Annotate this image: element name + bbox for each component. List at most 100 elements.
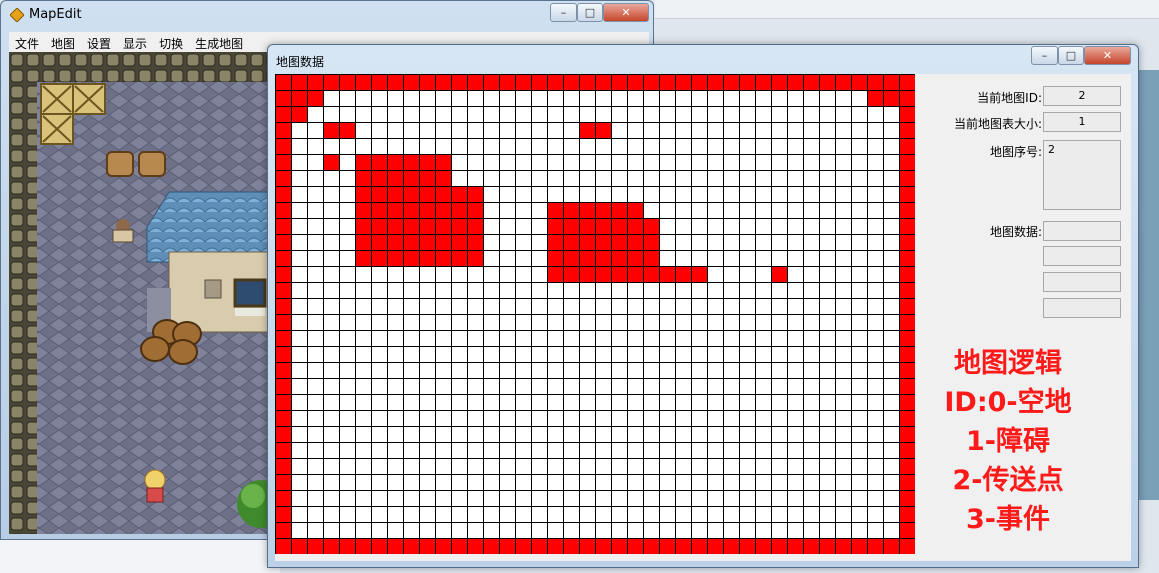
empty-cell[interactable] [419, 106, 436, 123]
empty-cell[interactable] [835, 202, 852, 219]
empty-cell[interactable] [563, 346, 580, 363]
obstacle-cell[interactable] [387, 186, 404, 203]
empty-cell[interactable] [595, 506, 612, 523]
empty-cell[interactable] [563, 426, 580, 443]
obstacle-cell[interactable] [467, 250, 484, 267]
empty-cell[interactable] [371, 442, 388, 459]
obstacle-cell[interactable] [851, 538, 868, 555]
empty-cell[interactable] [547, 138, 564, 155]
obstacle-cell[interactable] [275, 138, 292, 155]
empty-cell[interactable] [355, 138, 372, 155]
empty-cell[interactable] [323, 490, 340, 507]
obstacle-cell[interactable] [883, 538, 900, 555]
empty-cell[interactable] [291, 266, 308, 283]
obstacle-cell[interactable] [563, 250, 580, 267]
empty-cell[interactable] [643, 458, 660, 475]
empty-cell[interactable] [451, 266, 468, 283]
empty-cell[interactable] [659, 218, 676, 235]
empty-cell[interactable] [611, 474, 628, 491]
empty-cell[interactable] [435, 362, 452, 379]
obstacle-cell[interactable] [275, 282, 292, 299]
obstacle-cell[interactable] [371, 170, 388, 187]
empty-cell[interactable] [483, 106, 500, 123]
empty-cell[interactable] [739, 170, 756, 187]
empty-cell[interactable] [755, 378, 772, 395]
empty-cell[interactable] [531, 330, 548, 347]
empty-cell[interactable] [611, 362, 628, 379]
empty-cell[interactable] [451, 506, 468, 523]
empty-cell[interactable] [883, 250, 900, 267]
empty-cell[interactable] [803, 138, 820, 155]
empty-cell[interactable] [803, 458, 820, 475]
obstacle-cell[interactable] [899, 298, 916, 315]
obstacle-cell[interactable] [899, 314, 916, 331]
obstacle-cell[interactable] [787, 538, 804, 555]
empty-cell[interactable] [355, 394, 372, 411]
empty-cell[interactable] [755, 282, 772, 299]
empty-cell[interactable] [387, 458, 404, 475]
empty-cell[interactable] [371, 330, 388, 347]
empty-cell[interactable] [419, 266, 436, 283]
empty-cell[interactable] [579, 522, 596, 539]
empty-cell[interactable] [547, 330, 564, 347]
empty-cell[interactable] [819, 234, 836, 251]
empty-cell[interactable] [867, 362, 884, 379]
empty-cell[interactable] [419, 90, 436, 107]
empty-cell[interactable] [835, 266, 852, 283]
minimize-button[interactable]: – [1031, 46, 1058, 65]
menu-display[interactable]: 显示 [117, 32, 153, 52]
empty-cell[interactable] [611, 394, 628, 411]
empty-cell[interactable] [387, 106, 404, 123]
empty-cell[interactable] [675, 170, 692, 187]
empty-cell[interactable] [787, 266, 804, 283]
empty-cell[interactable] [595, 154, 612, 171]
obstacle-cell[interactable] [355, 186, 372, 203]
empty-cell[interactable] [403, 490, 420, 507]
empty-cell[interactable] [531, 138, 548, 155]
obstacle-cell[interactable] [611, 74, 628, 91]
empty-cell[interactable] [579, 442, 596, 459]
empty-cell[interactable] [627, 346, 644, 363]
empty-cell[interactable] [419, 426, 436, 443]
obstacle-cell[interactable] [899, 426, 916, 443]
empty-cell[interactable] [755, 234, 772, 251]
obstacle-cell[interactable] [419, 218, 436, 235]
obstacle-cell[interactable] [899, 346, 916, 363]
empty-cell[interactable] [755, 186, 772, 203]
empty-cell[interactable] [291, 138, 308, 155]
empty-cell[interactable] [579, 330, 596, 347]
empty-cell[interactable] [691, 426, 708, 443]
obstacle-cell[interactable] [275, 394, 292, 411]
empty-cell[interactable] [867, 378, 884, 395]
empty-cell[interactable] [339, 314, 356, 331]
obstacle-cell[interactable] [563, 538, 580, 555]
empty-cell[interactable] [739, 186, 756, 203]
obstacle-cell[interactable] [387, 202, 404, 219]
empty-cell[interactable] [291, 442, 308, 459]
empty-cell[interactable] [691, 218, 708, 235]
empty-cell[interactable] [835, 122, 852, 139]
empty-cell[interactable] [739, 458, 756, 475]
obstacle-cell[interactable] [387, 170, 404, 187]
empty-cell[interactable] [387, 426, 404, 443]
empty-cell[interactable] [355, 410, 372, 427]
empty-cell[interactable] [531, 426, 548, 443]
empty-cell[interactable] [579, 394, 596, 411]
empty-cell[interactable] [547, 106, 564, 123]
empty-cell[interactable] [451, 170, 468, 187]
empty-cell[interactable] [371, 426, 388, 443]
empty-cell[interactable] [643, 346, 660, 363]
empty-cell[interactable] [579, 506, 596, 523]
empty-cell[interactable] [771, 330, 788, 347]
empty-cell[interactable] [835, 410, 852, 427]
empty-cell[interactable] [883, 458, 900, 475]
empty-cell[interactable] [643, 298, 660, 315]
empty-cell[interactable] [483, 458, 500, 475]
empty-cell[interactable] [771, 506, 788, 523]
empty-cell[interactable] [307, 346, 324, 363]
empty-cell[interactable] [819, 362, 836, 379]
empty-cell[interactable] [355, 522, 372, 539]
empty-cell[interactable] [595, 490, 612, 507]
empty-cell[interactable] [307, 394, 324, 411]
empty-cell[interactable] [835, 362, 852, 379]
